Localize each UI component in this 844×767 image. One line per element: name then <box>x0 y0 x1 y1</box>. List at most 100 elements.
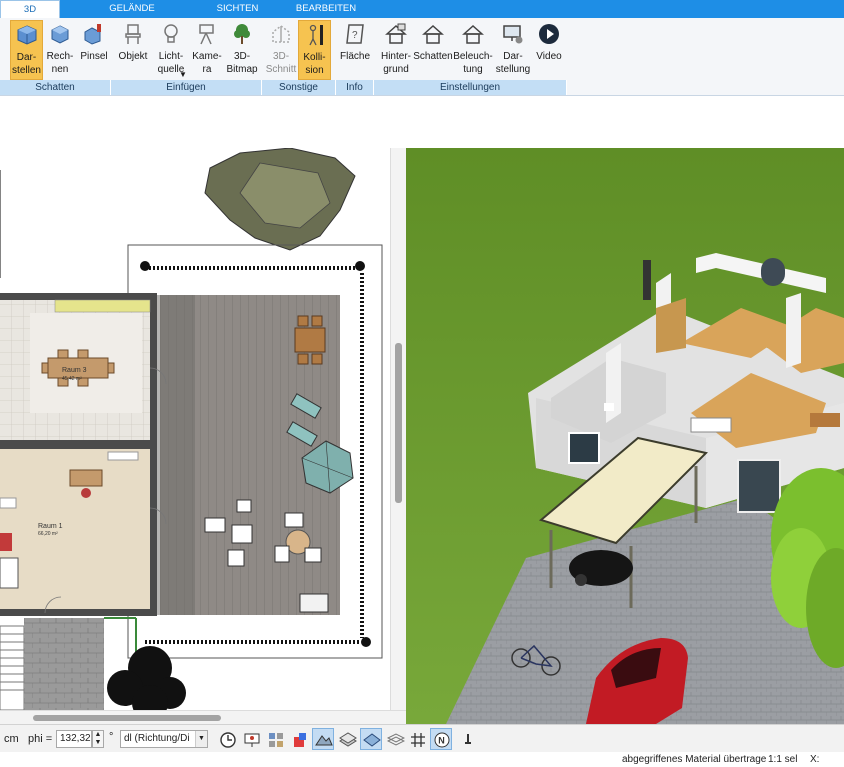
3d-view-canvas <box>406 148 844 724</box>
hintergrund-label: Hinter- grund <box>380 51 411 75</box>
black-car <box>569 550 633 586</box>
hedge-post <box>355 261 365 271</box>
tree-symbol-top <box>204 148 356 251</box>
cabinet-3d <box>690 417 732 433</box>
group-sonstige: Sonstige <box>262 80 336 95</box>
plan-vertical-scrollbar[interactable] <box>390 148 406 710</box>
play-icon <box>539 24 559 44</box>
brush-cube-icon <box>84 24 101 45</box>
status-message: abgegriffenes Material übertrage <box>622 754 767 765</box>
direction-select[interactable]: dl (Richtung/Di ▼ <box>120 730 208 748</box>
toilet-3d <box>604 403 614 411</box>
kamera-button[interactable]: Kame- ra <box>191 20 223 80</box>
chair-icon <box>125 24 141 44</box>
group-einstellungen: Einstellungen <box>374 80 567 95</box>
darstellen-label: Dar- stellen <box>12 52 41 76</box>
pinsel-label: Pinsel <box>80 51 108 62</box>
cube-shadow-icon <box>17 25 36 45</box>
kollision-button[interactable]: Kolli- sion <box>298 20 331 80</box>
svg-text:N: N <box>438 736 445 746</box>
fireplace <box>0 557 19 589</box>
status-scale: 1:1 sel <box>768 754 798 765</box>
paint-bucket-icon <box>294 733 306 747</box>
tab-sichten[interactable]: SICHTEN <box>205 0 270 18</box>
north-button[interactable]: N <box>430 728 452 750</box>
bench <box>299 593 329 613</box>
phi-input[interactable]: 132,32 <box>56 730 92 748</box>
clock-button[interactable] <box>216 728 238 750</box>
person-collision-icon <box>308 24 323 46</box>
toolbar-spacer <box>0 96 844 148</box>
stack-icon <box>387 733 405 746</box>
wall-bottom <box>0 609 150 615</box>
hedge-post <box>361 637 371 647</box>
room3-area: 45,42 m² <box>62 376 82 382</box>
objekt-label: Objekt <box>118 51 148 62</box>
rechnen-label: Rech- nen <box>46 51 74 75</box>
beleuchtung-label: Beleuch- tung <box>453 51 493 75</box>
3d-view[interactable] <box>406 148 844 724</box>
house-shadow-icon <box>422 24 444 44</box>
flaeche-button[interactable]: ? Fläche <box>338 20 372 80</box>
video-button[interactable]: Video <box>533 20 565 80</box>
desk <box>69 469 103 487</box>
status-x-label: X: <box>810 754 820 765</box>
north-compass-icon: N <box>434 732 450 748</box>
side-table <box>0 497 17 509</box>
hintergrund-button[interactable]: Hinter- grund <box>378 20 414 80</box>
view-mode-3-button[interactable] <box>360 728 382 750</box>
pinsel-button[interactable]: Pinsel <box>78 20 110 80</box>
paint-button[interactable] <box>288 728 310 750</box>
unit-label: cm <box>4 733 19 745</box>
section-cut-icon <box>272 25 290 43</box>
presentation-icon <box>244 733 260 747</box>
status-bar: abgegriffenes Material übertrage 1:1 sel… <box>0 752 844 767</box>
group-schatten: Schatten <box>0 80 111 95</box>
kamera-label: Kame- ra <box>192 51 222 75</box>
ribbon: Dar- stellen Rech- nen Pinsel Objekt Lic… <box>0 18 844 96</box>
app-window: 3D GELÄNDE SICHTEN BEARBEITEN Dar- stell… <box>0 0 844 767</box>
grid-button[interactable] <box>406 728 428 750</box>
darstellung-button[interactable]: Dar- stellung <box>495 20 531 80</box>
terrace-shadow <box>155 295 195 615</box>
bitmap-label: 3D- Bitmap <box>226 51 258 75</box>
window-3d <box>568 432 600 464</box>
view-mode-2-button[interactable] <box>336 728 358 750</box>
paving <box>24 618 104 710</box>
rechnen-button[interactable]: Rech- nen <box>45 20 75 80</box>
bitmap-button[interactable]: 3D- Bitmap <box>224 20 260 80</box>
scrollbar-thumb[interactable] <box>33 715 221 721</box>
floor-plan-canvas: Raum 3 45,42 m² Raum 1 66,20 m² <box>0 148 383 710</box>
desk-3d <box>810 413 840 427</box>
texture-button[interactable] <box>264 728 286 750</box>
texture-icon <box>269 733 283 747</box>
tab-bearbeiten[interactable]: BEARBEITEN <box>286 0 366 18</box>
phi-label: phi = <box>28 733 53 745</box>
room1-name: Raum 1 <box>38 523 63 530</box>
schnitt-button[interactable]: 3D- Schnitt <box>264 20 298 80</box>
tab-gelaende[interactable]: GELÄNDE <box>92 0 172 18</box>
plan-horizontal-scrollbar[interactable] <box>0 710 406 724</box>
ribbon-tabbar: 3D GELÄNDE SICHTEN BEARBEITEN <box>0 0 844 18</box>
area-info-icon: ? <box>346 24 364 44</box>
office-chair <box>81 488 91 498</box>
lichtquelle-button[interactable]: Licht- quelle ▼ <box>152 20 190 80</box>
schatten-settings-label: Schatten <box>413 51 453 62</box>
view-mode-4-button[interactable] <box>384 728 406 750</box>
objekt-button[interactable]: Objekt <box>116 20 150 80</box>
floor-plan-view[interactable]: Raum 3 45,42 m² Raum 1 66,20 m² <box>0 148 398 710</box>
video-label: Video <box>536 51 562 62</box>
tab-3d[interactable]: 3D <box>0 0 60 18</box>
camera-tripod-icon <box>199 24 214 45</box>
darstellen-button[interactable]: Dar- stellen <box>10 20 43 80</box>
pin-button[interactable] <box>456 728 478 750</box>
pin-icon <box>465 734 471 744</box>
scrollbar-thumb[interactable] <box>395 343 402 503</box>
darstellung-label: Dar- stellung <box>495 51 531 75</box>
view-mode-1-button[interactable] <box>312 728 334 750</box>
phi-stepper[interactable]: ▲ ▼ <box>92 730 104 748</box>
terrain-icon <box>315 735 333 746</box>
schatten-settings-button[interactable]: Schatten <box>413 20 453 80</box>
presentation-button[interactable] <box>240 728 262 750</box>
beleuchtung-button[interactable]: Beleuch- tung <box>453 20 493 80</box>
